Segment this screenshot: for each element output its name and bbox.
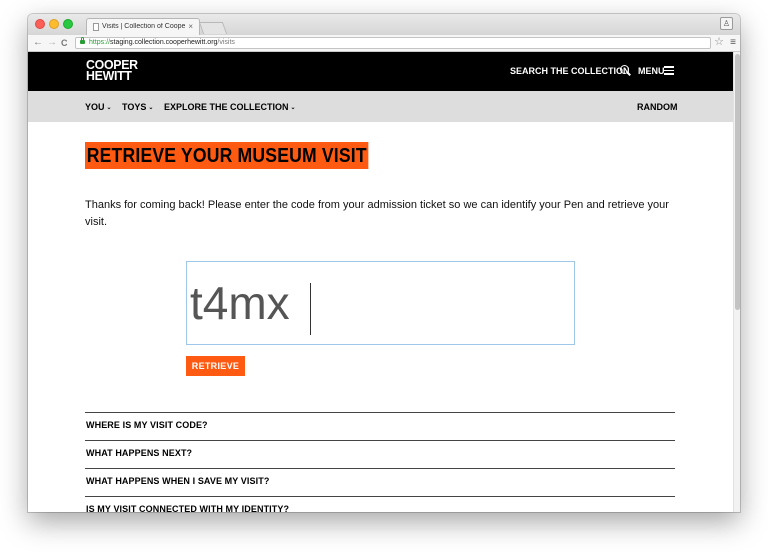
text-cursor [310,283,311,335]
minimize-window-button[interactable] [49,19,59,29]
vertical-scrollbar[interactable] [733,52,740,512]
nav-item-label: TOYS [122,102,147,112]
url-host: staging.collection.cooperhewitt.org [110,39,218,46]
faq-item-where-is-code[interactable]: WHERE IS MY VISIT CODE? [85,412,675,440]
nav-item-label: EXPLORE THE COLLECTION [164,102,289,112]
browser-window: Visits | Collection of Coope × ♙ ← → C h… [28,14,740,512]
page-viewport: COOPER HEWITT SEARCH THE COLLECTION MENU… [28,52,740,512]
tab-title: Visits | Collection of Coope [102,23,185,30]
browser-toolbar: ← → C https://staging.collection.cooperh… [28,35,740,52]
tab-strip: Visits | Collection of Coope × ♙ [28,14,740,35]
sub-navigation: YOU ⌄ TOYS ⌄ EXPLORE THE COLLECTION ⌄ RANDO… [28,91,733,122]
cooper-hewitt-logo[interactable]: COOPER HEWITT [86,58,138,83]
page-title: RETRIEVE YOUR MUSEUM VISIT [85,142,369,169]
bookmark-star-icon[interactable]: ☆ [714,35,724,50]
address-bar[interactable]: https://staging.collection.cooperhewitt.… [75,37,711,49]
browser-menu-icon[interactable]: ≡ [730,35,736,50]
back-button[interactable]: ← [33,36,43,50]
browser-tab[interactable]: Visits | Collection of Coope × [86,18,200,35]
faq-list: WHERE IS MY VISIT CODE? WHAT HAPPENS NEX… [85,412,675,512]
faq-item-save-visit[interactable]: WHAT HAPPENS WHEN I SAVE MY VISIT? [85,468,675,496]
hamburger-icon[interactable] [664,66,674,75]
page-icon [93,23,99,31]
nav-item-label: YOU [85,102,105,112]
reload-button[interactable]: C [61,36,68,50]
new-tab-button[interactable] [198,22,228,34]
caret-down-icon: ⌄ [106,105,112,111]
tab-close-icon[interactable]: × [188,22,193,31]
scrollbar-thumb[interactable] [735,54,740,310]
nav-item-toys[interactable]: TOYS ⌄ [122,102,153,112]
site-header: COOPER HEWITT SEARCH THE COLLECTION MENU [28,52,733,91]
caret-down-icon: ⌄ [148,105,154,111]
close-window-button[interactable] [35,19,45,29]
intro-text: Thanks for coming back! Please enter the… [85,199,669,228]
faq-item-identity[interactable]: IS MY VISIT CONNECTED WITH MY IDENTITY? [85,496,675,512]
search-collection-link[interactable]: SEARCH THE COLLECTION [510,66,630,76]
zoom-window-button[interactable] [63,19,73,29]
caret-down-icon: ⌄ [290,105,296,111]
logo-line-2: HEWITT [86,68,132,83]
visit-code-input[interactable] [186,261,575,345]
lock-icon [80,37,85,44]
url-text: https://staging.collection.cooperhewitt.… [89,38,235,48]
forward-button[interactable]: → [47,36,57,50]
profile-icon[interactable]: ♙ [720,17,733,30]
faq-item-what-happens-next[interactable]: WHAT HAPPENS NEXT? [85,440,675,468]
nav-item-you[interactable]: YOU ⌄ [85,102,112,112]
retrieve-button[interactable]: RETRIEVE [186,356,245,376]
url-path: /visits [217,39,235,46]
search-icon[interactable] [620,65,629,74]
nav-item-explore-collection[interactable]: EXPLORE THE COLLECTION ⌄ [164,102,296,112]
nav-item-random[interactable]: RANDOM [637,102,678,112]
menu-link[interactable]: MENU [638,66,665,76]
url-scheme: https:// [89,39,111,46]
